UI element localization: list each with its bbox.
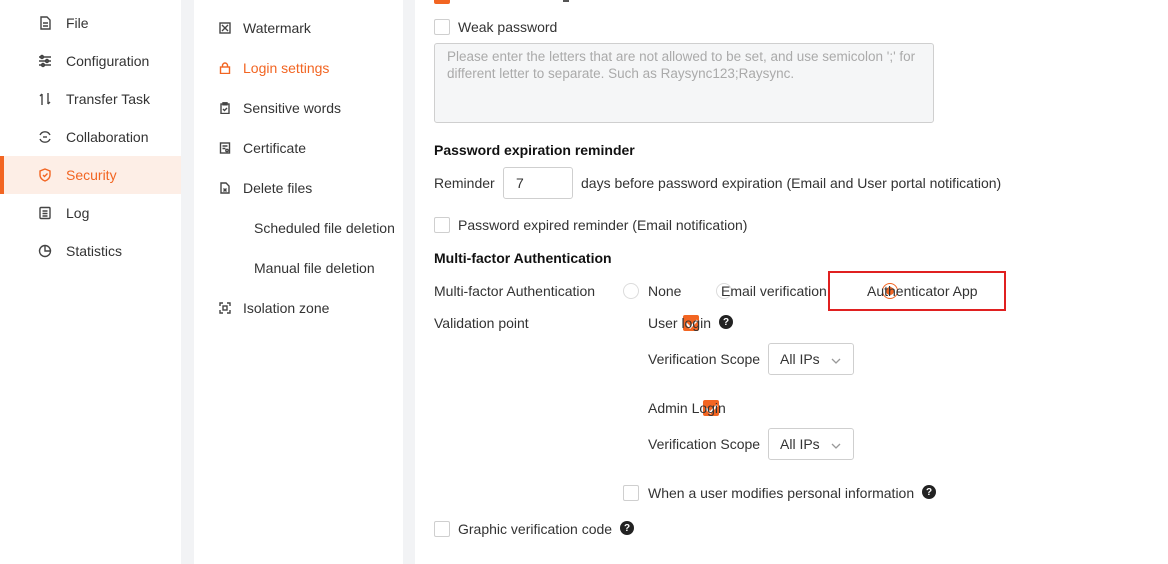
user-verification-scope-label: Verification Scope: [648, 351, 761, 367]
shield-icon: [38, 168, 52, 182]
submenu-item-label: Scheduled file deletion: [254, 220, 395, 236]
weak-password-label: Weak password: [458, 19, 558, 35]
weak-password-textarea[interactable]: Please enter the letters that are not al…: [434, 43, 934, 123]
submenu-item-watermark[interactable]: Watermark: [194, 8, 403, 48]
submenu-item-label: Certificate: [243, 140, 307, 156]
nav-item-label: Configuration: [66, 53, 150, 69]
sliders-icon: [38, 54, 52, 68]
nav-item-security[interactable]: Security: [0, 156, 181, 194]
watermark-icon: [219, 22, 231, 34]
nav-item-label: File: [66, 15, 89, 31]
app-root: File Configuration Transfer Task Collabo…: [0, 0, 1168, 564]
modify-info-checkbox[interactable]: [623, 485, 639, 501]
submenu-item-scheduled-file-deletion[interactable]: Scheduled file deletion: [194, 208, 403, 248]
modify-info-label: When a user modifies personal informatio…: [648, 485, 915, 501]
reminder-suffix-text: days before password expiration (Email a…: [581, 175, 1002, 191]
collaboration-icon: [38, 130, 52, 144]
reminder-label: Reminder: [434, 175, 495, 191]
select-value: All IPs: [780, 351, 820, 367]
admin-verification-scope-label: Verification Scope: [648, 436, 761, 452]
chevron-down-icon: [830, 354, 842, 366]
pie-chart-icon: [38, 244, 52, 258]
graphic-code-help-icon[interactable]: ?: [620, 521, 634, 535]
highlight-box: [828, 271, 1006, 311]
modify-info-help-icon[interactable]: ?: [922, 485, 936, 499]
password-expired-reminder-label: Password expired reminder (Email notific…: [458, 217, 748, 233]
submenu-item-login-settings[interactable]: Login settings: [194, 48, 403, 88]
graphic-code-label: Graphic verification code: [458, 521, 613, 537]
nav-item-file[interactable]: File: [0, 4, 181, 42]
nav-item-label: Collaboration: [66, 129, 149, 145]
mfa-email-label: Email verification: [721, 283, 827, 299]
weak-password-checkbox[interactable]: [434, 19, 450, 35]
mfa-label: Multi-factor Authentication: [434, 283, 596, 299]
main-sidebar: File Configuration Transfer Task Collabo…: [0, 0, 181, 564]
submenu-item-label: Watermark: [243, 20, 311, 36]
certificate-icon: [219, 142, 231, 154]
partially-visible-label: [563, 0, 569, 2]
submenu-item-label: Sensitive words: [243, 100, 342, 116]
submenu-item-label: Isolation zone: [243, 300, 330, 316]
nav-item-configuration[interactable]: Configuration: [0, 42, 181, 80]
nav-item-label: Log: [66, 205, 90, 221]
graphic-code-checkbox[interactable]: [434, 521, 450, 537]
admin-login-label: Admin Login: [648, 400, 726, 416]
mfa-heading: Multi-factor Authentication: [434, 250, 612, 266]
reminder-days-input[interactable]: 7: [503, 167, 573, 199]
nav-item-label: Transfer Task: [66, 91, 151, 107]
nav-item-label: Statistics: [66, 243, 123, 259]
admin-verification-scope-select[interactable]: All IPs: [768, 428, 854, 460]
delete-file-icon: [219, 182, 231, 194]
mfa-none-label: None: [648, 283, 682, 299]
submenu-item-label: Login settings: [243, 60, 330, 76]
security-submenu: Watermark Login settings Sensitive words…: [194, 0, 403, 564]
submenu-item-label: Delete files: [243, 180, 313, 196]
clipboard-icon: [219, 102, 231, 114]
nav-item-statistics[interactable]: Statistics: [0, 232, 181, 270]
nav-item-transfer-task[interactable]: Transfer Task: [0, 80, 181, 118]
login-settings-panel: Weak password Please enter the letters t…: [415, 0, 1168, 564]
file-icon: [38, 16, 52, 30]
submenu-item-label: Manual file deletion: [254, 260, 375, 276]
submenu-item-manual-file-deletion[interactable]: Manual file deletion: [194, 248, 403, 288]
isolation-icon: [219, 302, 231, 314]
submenu-item-delete-files[interactable]: Delete files: [194, 168, 403, 208]
submenu-item-sensitive-words[interactable]: Sensitive words: [194, 88, 403, 128]
user-login-help-icon[interactable]: ?: [719, 315, 733, 329]
log-icon: [38, 206, 52, 220]
validation-point-label: Validation point: [434, 315, 529, 331]
nav-item-collaboration[interactable]: Collaboration: [0, 118, 181, 156]
transfer-icon: [38, 92, 52, 106]
lock-icon: [219, 62, 231, 74]
select-value: All IPs: [780, 436, 820, 452]
nav-item-log[interactable]: Log: [0, 194, 181, 232]
user-login-label: User login: [648, 315, 712, 331]
nav-item-label: Security: [66, 167, 117, 183]
password-expiration-heading: Password expiration reminder: [434, 142, 635, 158]
mfa-none-radio[interactable]: [623, 283, 639, 299]
submenu-item-isolation-zone[interactable]: Isolation zone: [194, 288, 403, 328]
user-verification-scope-select[interactable]: All IPs: [768, 343, 854, 375]
password-expired-reminder-checkbox[interactable]: [434, 217, 450, 233]
submenu-item-certificate[interactable]: Certificate: [194, 128, 403, 168]
chevron-down-icon: [830, 439, 842, 451]
partially-visible-checkbox[interactable]: [434, 0, 450, 4]
